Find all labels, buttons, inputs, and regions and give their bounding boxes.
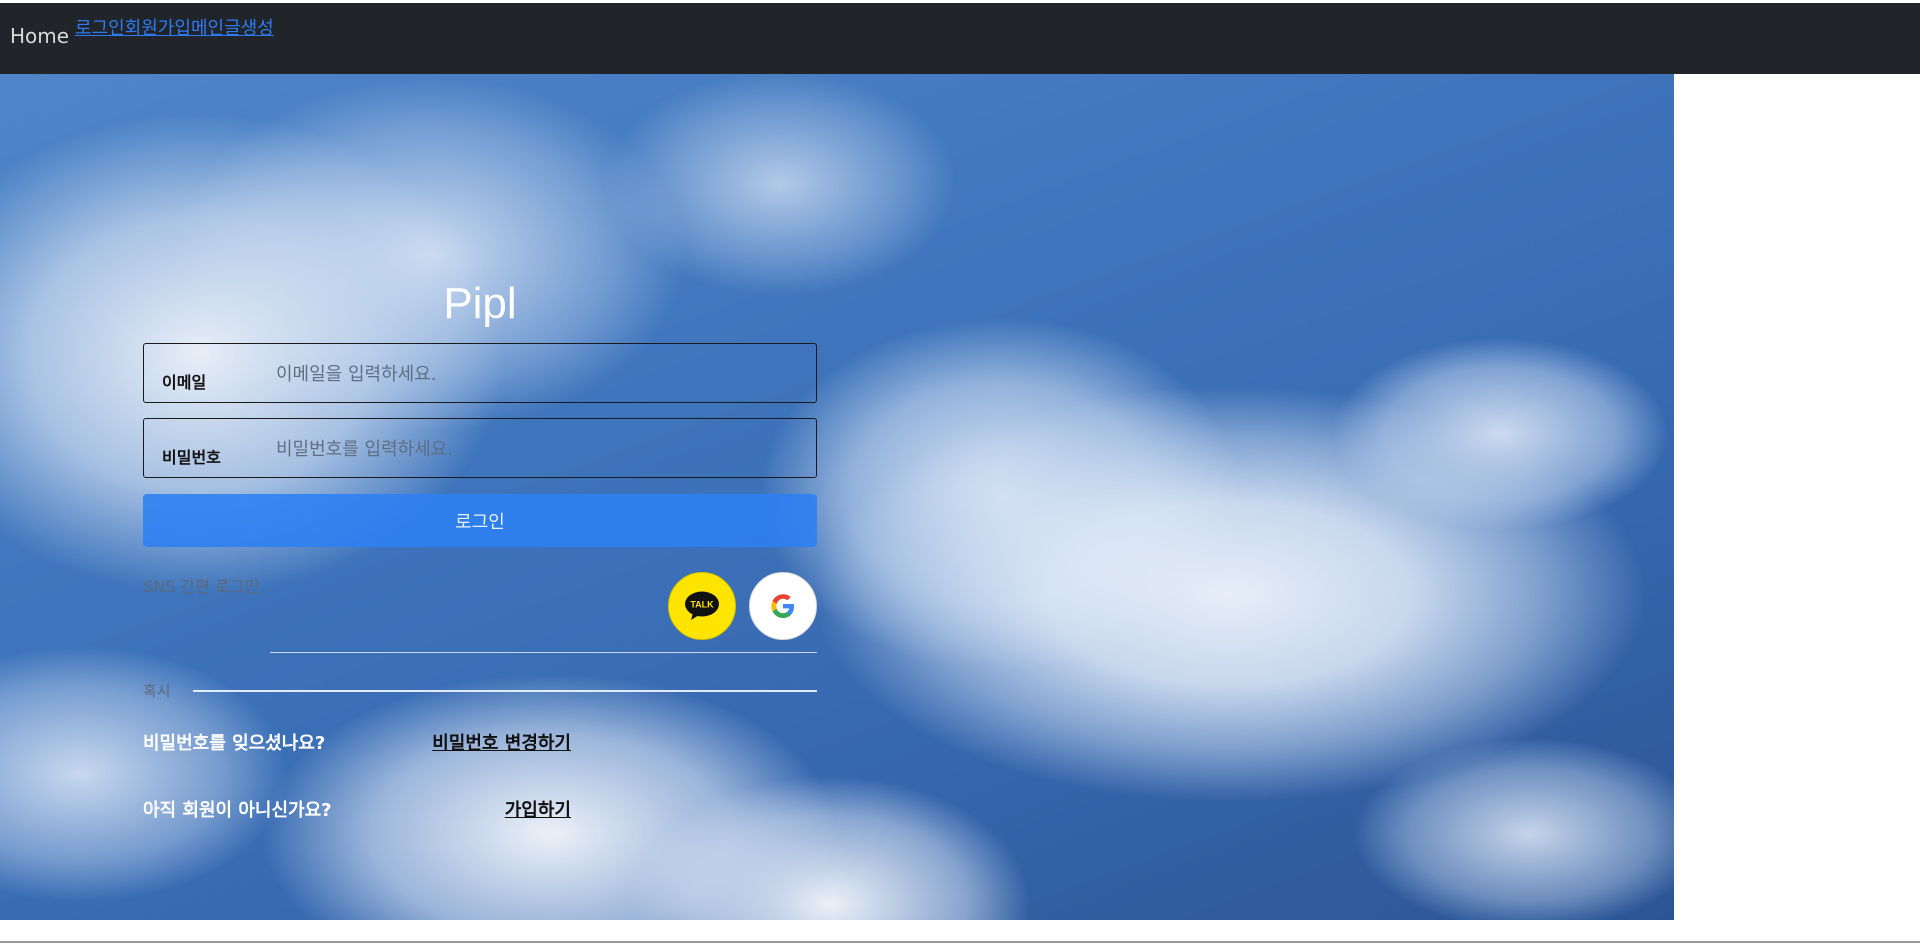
password-field[interactable]: 비밀번호 <box>143 418 817 479</box>
change-password-link[interactable]: 비밀번호 변경하기 <box>432 729 571 755</box>
sns-divider <box>270 652 817 653</box>
password-label: 비밀번호 <box>162 448 221 467</box>
navbar: Home 로그인 회원가입 메인 글생성 <box>0 3 1920 74</box>
kakao-talk-text: TALK <box>690 600 714 610</box>
forgot-password-text: 비밀번호를 잊으셨나요? <box>143 733 326 754</box>
nav-link-login[interactable]: 로그인 <box>75 14 125 40</box>
nav-links: 로그인 회원가입 메인 글생성 <box>75 14 274 40</box>
login-button[interactable]: 로그인 <box>143 494 817 547</box>
google-login-button[interactable] <box>749 572 817 640</box>
nav-home-link[interactable]: Home <box>10 24 69 48</box>
google-icon <box>771 594 794 618</box>
sns-login-label: SNS 간편 로그인 <box>143 577 260 596</box>
email-field[interactable]: 이메일 <box>143 343 817 404</box>
or-label: 혹시 <box>143 682 171 700</box>
email-label: 이메일 <box>162 373 207 392</box>
kakao-login-button[interactable]: TALK <box>668 572 736 640</box>
signup-question-text: 아직 회원이 아니신가요? <box>143 800 332 821</box>
bottom-divider <box>0 941 1920 943</box>
password-input[interactable] <box>274 419 808 479</box>
nav-link-signup[interactable]: 회원가입 <box>125 14 191 40</box>
or-divider <box>193 690 817 692</box>
sky-background: Pipl 이메일 비밀번호 로그인 SNS 간편 로그인 TALK 혹시 비밀번… <box>0 74 1674 920</box>
email-input[interactable] <box>274 344 808 404</box>
nav-link-create-post[interactable]: 글생성 <box>224 14 274 40</box>
brand-title: Pipl <box>443 279 517 328</box>
nav-link-main[interactable]: 메인 <box>191 14 224 40</box>
kakao-talk-icon: TALK <box>685 591 719 620</box>
signup-link[interactable]: 가입하기 <box>505 796 571 822</box>
